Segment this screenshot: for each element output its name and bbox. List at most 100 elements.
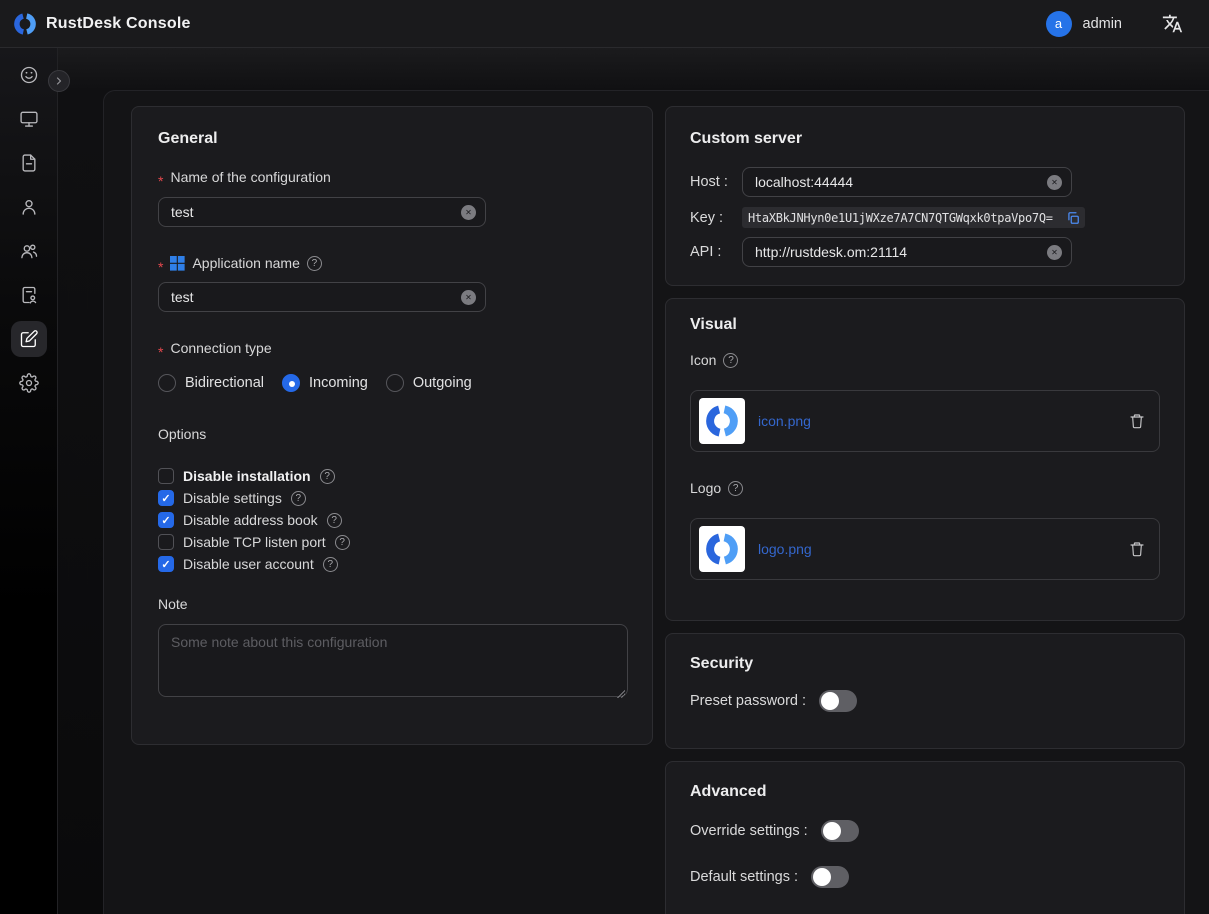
sidebar-item-users[interactable]	[11, 189, 47, 225]
sidebar-item-audit[interactable]	[11, 145, 47, 181]
visual-title: Visual	[690, 315, 1160, 334]
rustdesk-logo-icon	[703, 402, 741, 440]
sidebar-item-groups[interactable]	[11, 233, 47, 269]
clear-icon[interactable]	[461, 290, 476, 305]
options-group: Disable installation Disable settings Di…	[158, 468, 626, 572]
icon-thumbnail	[699, 398, 745, 444]
windows-logo-icon	[170, 256, 185, 271]
chevron-right-icon	[53, 75, 65, 87]
host-label: Host :	[690, 174, 742, 190]
visual-panel: Visual Icon icon.png Logo logo.png	[665, 298, 1185, 621]
default-settings-toggle[interactable]	[811, 866, 849, 888]
key-value-box: HtaXBkJNHyn0e1U1jWXze7A7CN7QTGWqxk0tpaVp…	[742, 207, 1085, 228]
radio-icon[interactable]	[158, 374, 176, 392]
clear-icon[interactable]	[1047, 175, 1062, 190]
sidebar-item-devices[interactable]	[11, 101, 47, 137]
note-textarea[interactable]	[158, 624, 628, 697]
option-disable-address-book[interactable]: Disable address book	[158, 512, 626, 528]
clear-icon[interactable]	[1047, 245, 1062, 260]
radio-incoming[interactable]: Incoming	[282, 374, 368, 392]
checkbox-icon[interactable]	[158, 490, 174, 506]
advanced-title: Advanced	[690, 782, 1160, 801]
host-row: Host :	[690, 167, 1160, 197]
connection-type-label: Connection type	[158, 340, 626, 357]
host-input[interactable]	[755, 174, 1047, 190]
key-label: Key :	[690, 210, 742, 226]
logo-upload-box: logo.png	[690, 518, 1160, 580]
radio-bidirectional[interactable]: Bidirectional	[158, 374, 264, 392]
api-label: API :	[690, 244, 742, 260]
help-icon[interactable]	[291, 491, 306, 506]
radio-icon[interactable]	[386, 374, 404, 392]
api-row: API :	[690, 237, 1160, 267]
copy-icon[interactable]	[1066, 211, 1080, 225]
api-field[interactable]	[742, 237, 1072, 267]
help-icon[interactable]	[728, 481, 743, 496]
override-settings-toggle[interactable]	[821, 820, 859, 842]
icon-label: Icon	[690, 352, 1160, 369]
checkbox-icon[interactable]	[158, 556, 174, 572]
required-asterisk	[158, 262, 163, 272]
trash-icon[interactable]	[1129, 413, 1145, 429]
custom-server-panel: Custom server Host : Key : HtaXBkJNHyn0e…	[665, 106, 1185, 286]
help-icon[interactable]	[323, 557, 338, 572]
sidebar-item-license[interactable]	[11, 277, 47, 313]
config-name-input[interactable]	[171, 204, 461, 220]
option-disable-tcp-listen-port[interactable]: Disable TCP listen port	[158, 534, 626, 550]
app-name-field[interactable]	[158, 282, 486, 312]
preset-password-label: Preset password :	[690, 693, 806, 709]
api-input[interactable]	[755, 244, 1047, 260]
sidebar-item-dashboard[interactable]	[11, 57, 47, 93]
radio-outgoing[interactable]: Outgoing	[386, 374, 472, 392]
override-settings-row: Override settings :	[690, 820, 1160, 842]
logo-label: Logo	[690, 480, 1160, 497]
smiley-icon	[19, 65, 39, 85]
custom-server-title: Custom server	[690, 129, 1160, 148]
help-icon[interactable]	[327, 513, 342, 528]
option-disable-user-account[interactable]: Disable user account	[158, 556, 626, 572]
sidebar	[0, 48, 58, 914]
icon-file-link[interactable]: icon.png	[758, 413, 811, 429]
preset-password-toggle[interactable]	[819, 690, 857, 712]
translate-icon[interactable]	[1162, 13, 1183, 34]
monitor-icon	[19, 109, 39, 129]
checkbox-icon[interactable]	[158, 512, 174, 528]
general-panel-title: General	[158, 129, 626, 148]
config-name-label: Name of the configuration	[158, 169, 626, 186]
required-asterisk	[158, 347, 163, 357]
preset-password-row: Preset password :	[690, 690, 1160, 712]
checkbox-icon[interactable]	[158, 534, 174, 550]
help-icon[interactable]	[723, 353, 738, 368]
sidebar-collapse-button[interactable]	[48, 70, 70, 92]
trash-icon[interactable]	[1129, 541, 1145, 557]
rustdesk-logo-icon	[12, 11, 38, 37]
host-field[interactable]	[742, 167, 1072, 197]
help-icon[interactable]	[307, 256, 322, 271]
help-icon[interactable]	[335, 535, 350, 550]
option-disable-installation[interactable]: Disable installation	[158, 468, 626, 484]
users-icon	[19, 241, 39, 261]
logo-thumbnail	[699, 526, 745, 572]
sidebar-item-custom-client[interactable]	[11, 321, 47, 357]
document-icon	[19, 153, 39, 173]
logo-file-link[interactable]: logo.png	[758, 541, 812, 557]
security-panel: Security Preset password :	[665, 633, 1185, 749]
checkbox-icon[interactable]	[158, 468, 174, 484]
config-name-field[interactable]	[158, 197, 486, 227]
option-disable-settings[interactable]: Disable settings	[158, 490, 626, 506]
app-name-input[interactable]	[171, 289, 461, 305]
help-icon[interactable]	[320, 469, 335, 484]
note-label: Note	[158, 596, 626, 613]
gear-icon	[19, 373, 39, 393]
radio-icon[interactable]	[282, 374, 300, 392]
required-asterisk	[158, 176, 163, 186]
clear-icon[interactable]	[461, 205, 476, 220]
sidebar-item-settings[interactable]	[11, 365, 47, 401]
user-name[interactable]: admin	[1083, 16, 1123, 32]
rustdesk-logo-icon	[703, 530, 741, 568]
app-name-label: Application name	[158, 255, 626, 272]
user-avatar[interactable]: a	[1046, 11, 1072, 37]
general-panel: General Name of the configuration Applic…	[131, 106, 653, 745]
advanced-panel: Advanced Override settings : Default set…	[665, 761, 1185, 914]
user-icon	[19, 197, 39, 217]
